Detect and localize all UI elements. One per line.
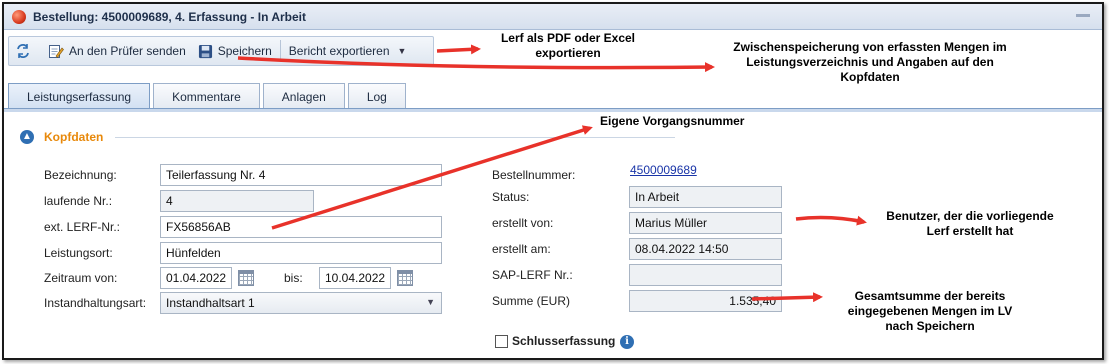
send-to-reviewer-button[interactable]: An den Prüfer senden xyxy=(42,38,192,64)
bestellnummer-link[interactable]: 4500009689 xyxy=(630,163,697,177)
save-icon xyxy=(198,44,212,58)
annotation-save-line1: Zwischenspeicherung von erfassten Mengen… xyxy=(733,40,1007,54)
annotation-save-line2: Leistungsverzeichnis und Angaben auf den xyxy=(746,55,994,69)
instandhaltungsart-select[interactable]: Instandhaltsart 1 ▼ xyxy=(160,292,442,314)
annotation-benutzer-line1: Benutzer, der die vorliegende xyxy=(886,209,1054,223)
laufende-nr-field: 4 xyxy=(160,190,314,212)
window-title: Bestellung: 4500009689, 4. Erfassung - I… xyxy=(33,9,306,24)
edit-document-icon xyxy=(49,45,64,58)
erstellt-am-field: 08.04.2022 14:50 xyxy=(629,238,782,260)
sap-lerf-label: SAP-LERF Nr.: xyxy=(492,268,573,282)
annotation-vorgang: Eigene Vorgangsnummer xyxy=(600,114,800,129)
save-button[interactable]: Speichern xyxy=(192,38,278,64)
leistungsort-label: Leistungsort: xyxy=(44,246,113,260)
annotation-benutzer: Benutzer, der die vorliegende Lerf erste… xyxy=(870,209,1070,239)
calendar-icon[interactable] xyxy=(397,270,413,286)
tab-underline xyxy=(4,108,1102,112)
erstellt-von-label: erstellt von: xyxy=(492,216,554,230)
tab-leistungserfassung[interactable]: Leistungserfassung xyxy=(8,83,151,109)
laufende-nr-label: laufende Nr.: xyxy=(44,194,113,208)
toolbar-group: An den Prüfer senden Speichern Bericht e… xyxy=(8,36,434,66)
refresh-icon xyxy=(17,44,29,58)
annotation-save: Zwischenspeicherung von erfassten Mengen… xyxy=(690,40,1050,85)
toolbar-separator xyxy=(279,40,281,62)
annotation-summe-line2: eingegebenen Mengen im LV xyxy=(847,304,1013,318)
minimize-icon[interactable] xyxy=(1076,14,1090,17)
status-label: Status: xyxy=(492,190,530,204)
annotation-export-line1: Lerf als PDF oder Excel xyxy=(500,31,636,45)
tab-bar: Leistungserfassung Kommentare Anlagen Lo… xyxy=(8,83,409,109)
app-logo-icon xyxy=(12,9,26,24)
section-divider xyxy=(115,136,676,138)
erstellt-am-label: erstellt am: xyxy=(492,242,551,256)
collapse-up-icon[interactable]: ▲ xyxy=(20,130,34,144)
annotation-summe-line1: Gesamtsumme der bereits xyxy=(854,289,1006,303)
status-field: In Arbeit xyxy=(629,186,782,208)
bezeichnung-field[interactable]: Teilerfassung Nr. 4 xyxy=(160,164,442,186)
calendar-icon[interactable] xyxy=(238,270,254,286)
save-button-label: Speichern xyxy=(217,44,272,58)
annotation-export: Lerf als PDF oder Excel exportieren xyxy=(488,31,648,61)
refresh-button[interactable] xyxy=(9,38,42,64)
schlusserfassung-label: Schlusserfassung xyxy=(512,334,616,348)
tab-kommentare[interactable]: Kommentare xyxy=(153,83,260,109)
annotation-benutzer-line2: Lerf erstellt hat xyxy=(926,224,1014,238)
summe-field: 1.535,40 xyxy=(629,290,782,312)
schlusserfassung-checkbox[interactable] xyxy=(495,335,508,348)
chevron-down-icon: ▼ xyxy=(426,297,435,307)
ext-lerf-label: ext. LERF-Nr.: xyxy=(44,220,121,234)
tab-anlagen[interactable]: Anlagen xyxy=(262,83,345,109)
erstellt-von-field: Marius Müller xyxy=(629,212,782,234)
send-button-label: An den Prüfer senden xyxy=(69,44,186,58)
ext-lerf-field[interactable]: FX56856AB xyxy=(160,216,442,238)
bestellnummer-label: Bestellnummer: xyxy=(492,168,576,182)
zeitraum-bis-field[interactable]: 10.04.2022 xyxy=(319,267,391,289)
tab-log[interactable]: Log xyxy=(347,83,406,109)
annotation-save-line3: Kopfdaten xyxy=(840,70,900,84)
summe-label: Summe (EUR) xyxy=(492,294,571,308)
instandhaltungsart-value: Instandhaltsart 1 xyxy=(166,296,255,310)
leistungsort-field[interactable]: Hünfelden xyxy=(160,242,442,264)
export-button-label: Bericht exportieren xyxy=(288,44,390,58)
export-report-button[interactable]: Bericht exportieren ▼ xyxy=(283,38,413,64)
annotation-summe: Gesamtsumme der bereits eingegebenen Men… xyxy=(830,289,1030,334)
instandhaltungsart-label: Instandhaltungsart: xyxy=(44,296,147,310)
zeitraum-von-label: Zeitraum von: xyxy=(44,271,118,285)
title-bar: Bestellung: 4500009689, 4. Erfassung - I… xyxy=(4,4,1102,30)
bezeichnung-label: Bezeichnung: xyxy=(44,168,117,182)
section-header: ▲ Kopfdaten xyxy=(20,128,1100,146)
section-title: Kopfdaten xyxy=(44,130,104,144)
chevron-down-icon: ▼ xyxy=(397,46,407,56)
bis-label: bis: xyxy=(284,271,303,285)
annotation-summe-line3: nach Speichern xyxy=(885,319,975,333)
zeitraum-von-field[interactable]: 01.04.2022 xyxy=(160,267,232,289)
info-icon[interactable]: i xyxy=(620,335,634,349)
annotation-vorgang-line1: Eigene Vorgangsnummer xyxy=(600,114,745,128)
annotation-export-line2: exportieren xyxy=(535,46,601,60)
sap-lerf-field xyxy=(629,264,782,286)
